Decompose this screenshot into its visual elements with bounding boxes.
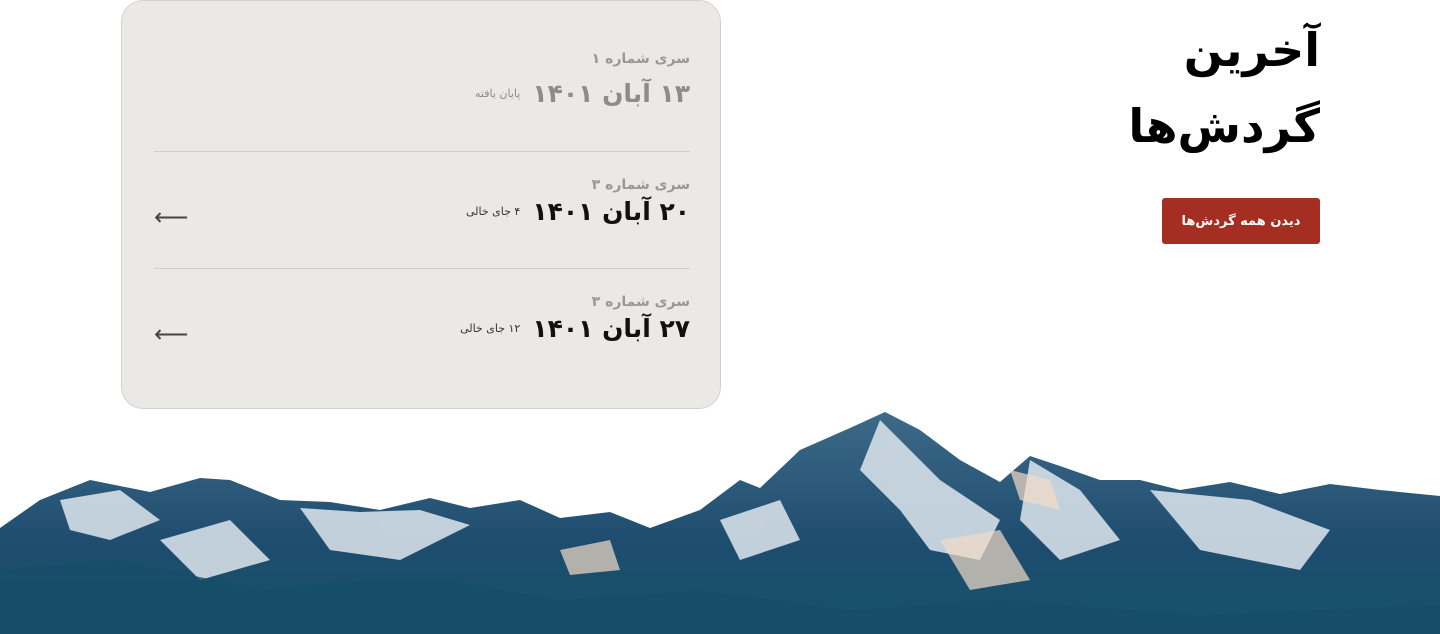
tour-series: سری شماره ۱ xyxy=(591,51,690,67)
divider xyxy=(154,268,690,269)
tour-status: ۱۲ جای خالی xyxy=(460,322,521,335)
tour-series: سری شماره ۳ xyxy=(591,294,690,310)
tour-date: ۲۷ آبان ۱۴۰۱ xyxy=(532,314,690,343)
mountains-image xyxy=(0,412,1440,634)
title-line-2: گردش‌ها xyxy=(1128,99,1320,153)
tour-item: سری شماره ۱ ۱۳ آبان ۱۴۰۱ پایان یافته xyxy=(154,51,690,108)
tour-date: ۲۰ آبان ۱۴۰۱ xyxy=(532,197,690,226)
divider xyxy=(154,151,690,152)
title-line-1: آخرین xyxy=(1183,23,1320,77)
tours-card: سری شماره ۱ ۱۳ آبان ۱۴۰۱ پایان یافته سری… xyxy=(121,0,721,409)
tour-date: ۱۳ آبان ۱۴۰۱ xyxy=(532,79,690,108)
tour-series: سری شماره ۳ xyxy=(591,177,690,193)
view-all-tours-button[interactable]: دیدن همه گردش‌ها xyxy=(1162,198,1320,244)
tour-status: ۴ جای خالی xyxy=(465,205,521,218)
arrow-left-icon[interactable]: ⟵ xyxy=(154,203,188,231)
tour-item[interactable]: سری شماره ۳ ۲۷ آبان ۱۴۰۱ ۱۲ جای خالی ⟵ xyxy=(154,294,690,348)
section-title: آخرین گردش‌ها xyxy=(1128,12,1320,164)
tour-item[interactable]: سری شماره ۳ ۲۰ آبان ۱۴۰۱ ۴ جای خالی ⟵ xyxy=(154,177,690,231)
arrow-left-icon[interactable]: ⟵ xyxy=(154,320,188,348)
tour-status: پایان یافته xyxy=(475,87,521,100)
